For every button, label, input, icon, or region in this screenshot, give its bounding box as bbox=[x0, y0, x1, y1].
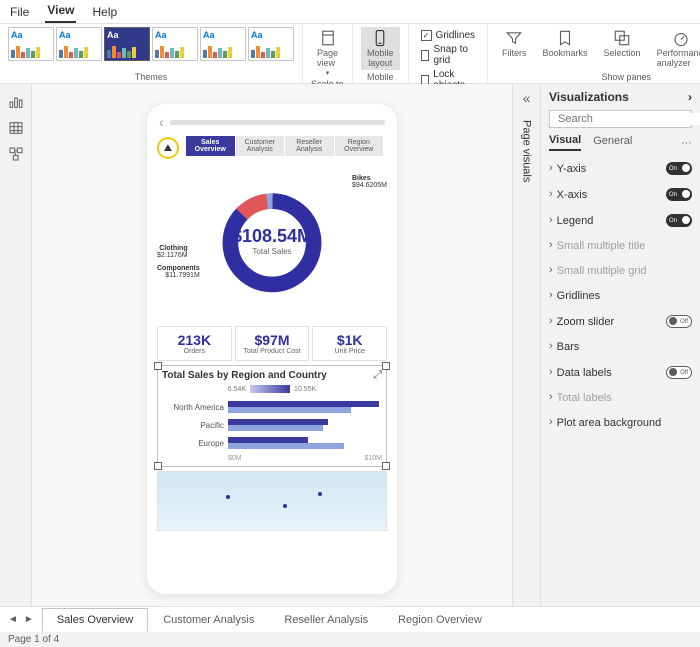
viz-search[interactable] bbox=[549, 110, 692, 128]
mobile-preview: ‹ ⛰ Sales Overview Customer Analysis Res… bbox=[147, 104, 397, 594]
prev-page-icon[interactable]: ◄ bbox=[8, 614, 18, 625]
bar-chart-title: Total Sales by Region and Country bbox=[162, 370, 382, 381]
visual-menu-icon[interactable]: ⤢ bbox=[373, 369, 382, 382]
page-view-button[interactable]: Page view▾ bbox=[311, 27, 344, 79]
performance-icon bbox=[672, 29, 690, 47]
bar-label: North America bbox=[162, 403, 224, 412]
prop-zoom[interactable]: Zoom sliderOff bbox=[549, 308, 692, 334]
kpi-product-cost[interactable]: $97MTotal Product Cost bbox=[235, 326, 310, 361]
page-view-icon bbox=[319, 29, 337, 47]
bar-chart-visual[interactable]: ⤢ Total Sales by Region and Country 6.54… bbox=[157, 365, 387, 467]
sheet-tab-sales[interactable]: Sales Overview bbox=[42, 608, 148, 632]
theme-thumb[interactable]: Aa bbox=[152, 27, 198, 61]
legend-clothing: Clothing$2.1176M bbox=[157, 245, 188, 259]
theme-thumb[interactable]: Aa bbox=[56, 27, 102, 61]
menu-file[interactable]: File bbox=[8, 1, 31, 23]
ribbon-show-panes-label: Show panes bbox=[602, 72, 652, 82]
toggle-on[interactable]: On bbox=[666, 214, 692, 227]
tab-visual[interactable]: Visual bbox=[549, 134, 581, 151]
page-visuals-label[interactable]: Page visuals bbox=[521, 120, 533, 182]
prop-small-mult-title: Small multiple title bbox=[549, 233, 692, 258]
toggle-off[interactable]: Off bbox=[666, 315, 692, 328]
resize-handle[interactable] bbox=[154, 462, 162, 470]
prop-data-labels[interactable]: Data labelsOff bbox=[549, 359, 692, 385]
collapse-pane-icon[interactable]: › bbox=[688, 90, 692, 104]
ribbon-themes-label: Themes bbox=[135, 72, 168, 82]
prop-gridlines[interactable]: Gridlines bbox=[549, 283, 692, 308]
menu-help[interactable]: Help bbox=[90, 1, 119, 23]
theme-thumb[interactable]: Aa bbox=[104, 27, 150, 61]
resize-handle[interactable] bbox=[382, 362, 390, 370]
selection-icon bbox=[613, 29, 631, 47]
donut-total-label: Total Sales bbox=[232, 247, 312, 256]
filter-icon bbox=[505, 29, 523, 47]
report-logo-icon: ⛰ bbox=[157, 137, 179, 159]
prop-plot-area[interactable]: Plot area background bbox=[549, 410, 692, 435]
prop-bars[interactable]: Bars bbox=[549, 334, 692, 359]
back-icon[interactable]: ‹ bbox=[159, 114, 164, 130]
bookmark-icon bbox=[556, 29, 574, 47]
viz-pane-title: Visualizations bbox=[549, 90, 629, 104]
header-placeholder bbox=[170, 120, 385, 125]
snap-to-grid-checkbox[interactable]: Snap to grid bbox=[421, 44, 475, 66]
gridlines-checkbox[interactable]: Gridlines bbox=[421, 30, 475, 41]
themes-gallery[interactable]: Aa Aa Aa Aa Aa Aa bbox=[8, 27, 294, 61]
tab-general[interactable]: General bbox=[593, 135, 632, 150]
donut-total-value: $108.54M bbox=[232, 226, 312, 247]
prop-legend[interactable]: LegendOn bbox=[549, 207, 692, 233]
legend-components: Components$11.7991M bbox=[157, 265, 200, 279]
canvas-area[interactable]: ‹ ⛰ Sales Overview Customer Analysis Res… bbox=[32, 84, 512, 606]
selection-button[interactable]: Selection bbox=[598, 27, 647, 70]
menu-view[interactable]: View bbox=[45, 0, 76, 23]
checkbox-icon bbox=[421, 50, 430, 61]
toggle-on[interactable]: On bbox=[666, 162, 692, 175]
mobile-icon bbox=[371, 29, 389, 47]
phone-tab-region[interactable]: Region Overview bbox=[335, 136, 384, 156]
prop-xaxis[interactable]: X-axisOn bbox=[549, 181, 692, 207]
bar-label: Pacific bbox=[162, 421, 224, 430]
prop-yaxis[interactable]: Y-axisOn bbox=[549, 155, 692, 181]
expand-pane-icon[interactable]: « bbox=[523, 90, 531, 106]
next-page-icon[interactable]: ► bbox=[24, 614, 34, 625]
bookmarks-button[interactable]: Bookmarks bbox=[537, 27, 594, 70]
filters-button[interactable]: Filters bbox=[496, 27, 533, 70]
prop-total-labels: Total labels bbox=[549, 385, 692, 410]
bar-label: Europe bbox=[162, 439, 224, 448]
model-view-icon[interactable] bbox=[8, 146, 24, 162]
search-input[interactable] bbox=[558, 113, 700, 125]
toggle-off[interactable]: Off bbox=[666, 366, 692, 379]
phone-tab-reseller[interactable]: Reseller Analysis bbox=[285, 136, 334, 156]
sheet-tab-region[interactable]: Region Overview bbox=[383, 608, 497, 632]
prop-small-mult-grid: Small multiple grid bbox=[549, 258, 692, 283]
report-view-icon[interactable] bbox=[8, 94, 24, 110]
kpi-orders[interactable]: 213KOrders bbox=[157, 326, 232, 361]
kpi-unit-price[interactable]: $1KUnit Price bbox=[312, 326, 387, 361]
donut-chart[interactable]: $108.54M Total Sales Bikes$94.6205M Clot… bbox=[157, 167, 387, 322]
performance-button[interactable]: Performance analyzer bbox=[651, 27, 700, 70]
color-scale-icon bbox=[250, 385, 290, 393]
data-view-icon[interactable] bbox=[8, 120, 24, 136]
resize-handle[interactable] bbox=[382, 462, 390, 470]
phone-tab-sales[interactable]: Sales Overview bbox=[186, 136, 235, 156]
theme-thumb[interactable]: Aa bbox=[200, 27, 246, 61]
checkbox-icon bbox=[421, 30, 432, 41]
mobile-layout-button[interactable]: Mobile layout bbox=[361, 27, 400, 70]
phone-tab-customer[interactable]: Customer Analysis bbox=[236, 136, 285, 156]
legend-bikes: Bikes$94.6205M bbox=[352, 175, 387, 189]
map-visual[interactable] bbox=[157, 471, 387, 531]
theme-thumb[interactable]: Aa bbox=[8, 27, 54, 61]
resize-handle[interactable] bbox=[154, 362, 162, 370]
ribbon-mobile-label: Mobile bbox=[367, 72, 394, 82]
more-options-icon[interactable]: ··· bbox=[681, 137, 692, 149]
sheet-tab-reseller[interactable]: Reseller Analysis bbox=[269, 608, 383, 632]
status-bar: Page 1 of 4 bbox=[0, 632, 700, 647]
toggle-on[interactable]: On bbox=[666, 188, 692, 201]
sheet-tab-customer[interactable]: Customer Analysis bbox=[148, 608, 269, 632]
theme-thumb[interactable]: Aa bbox=[248, 27, 294, 61]
